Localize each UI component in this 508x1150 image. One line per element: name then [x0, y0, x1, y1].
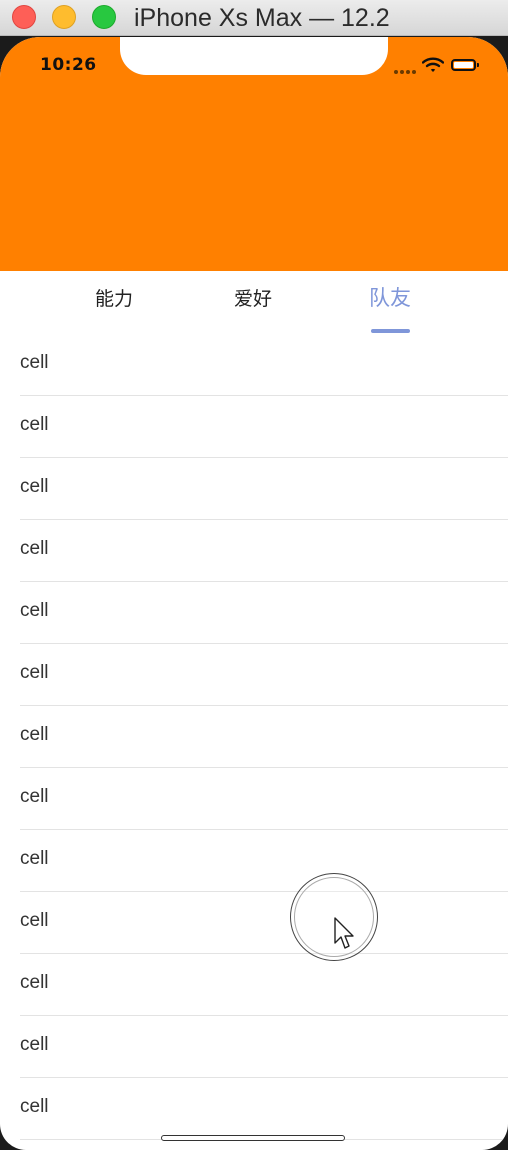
cell-label: cell: [20, 724, 49, 745]
tab-ability[interactable]: 能力: [74, 284, 154, 311]
battery-icon: [451, 59, 479, 71]
wifi-icon: [422, 57, 444, 72]
table-row[interactable]: cell: [20, 520, 508, 582]
table-row[interactable]: cell: [20, 458, 508, 520]
close-window-button[interactable]: [12, 5, 36, 29]
cursor-arrow-icon: [334, 917, 354, 949]
cell-label: cell: [20, 662, 49, 683]
table-row[interactable]: cell: [20, 954, 508, 1016]
table-row[interactable]: cell: [20, 644, 508, 706]
window-title-bar: iPhone Xs Max — 12.2: [0, 0, 508, 36]
cell-label: cell: [20, 414, 49, 435]
zoom-window-button[interactable]: [92, 5, 116, 29]
status-time: 10:26: [40, 55, 97, 75]
selected-tab-indicator: [371, 329, 410, 333]
window-title: iPhone Xs Max — 12.2: [134, 4, 390, 32]
tab-hobby[interactable]: 爱好: [213, 284, 293, 311]
table-row[interactable]: cell: [20, 396, 508, 458]
home-indicator[interactable]: [161, 1135, 345, 1141]
cell-label: cell: [20, 476, 49, 497]
cell-label: cell: [20, 538, 49, 559]
table-row[interactable]: cell: [20, 768, 508, 830]
table-row[interactable]: cell: [20, 1078, 508, 1140]
cell-label: cell: [20, 786, 49, 807]
segment-tabs: 能力 爱好 队友: [0, 271, 508, 334]
table-row[interactable]: cell: [20, 830, 508, 892]
device-screen: 10:26 能力 爱好 队友 cell cell cell cell cell …: [0, 37, 508, 1150]
cell-label: cell: [20, 1034, 49, 1055]
cell-label: cell: [20, 352, 49, 373]
table-row[interactable]: cell: [20, 582, 508, 644]
table-view[interactable]: cell cell cell cell cell cell cell cell …: [0, 334, 508, 1140]
cell-label: cell: [20, 910, 49, 931]
cell-label: cell: [20, 600, 49, 621]
table-row[interactable]: cell: [20, 334, 508, 396]
table-row[interactable]: cell: [20, 892, 508, 954]
signal-icon: [394, 70, 418, 74]
table-row[interactable]: cell: [20, 706, 508, 768]
device-notch: [120, 37, 388, 75]
cell-label: cell: [20, 1096, 49, 1117]
cell-label: cell: [20, 972, 49, 993]
cell-label: cell: [20, 848, 49, 869]
tab-teammates[interactable]: 队友: [350, 282, 430, 312]
minimize-window-button[interactable]: [52, 5, 76, 29]
table-row[interactable]: cell: [20, 1016, 508, 1078]
